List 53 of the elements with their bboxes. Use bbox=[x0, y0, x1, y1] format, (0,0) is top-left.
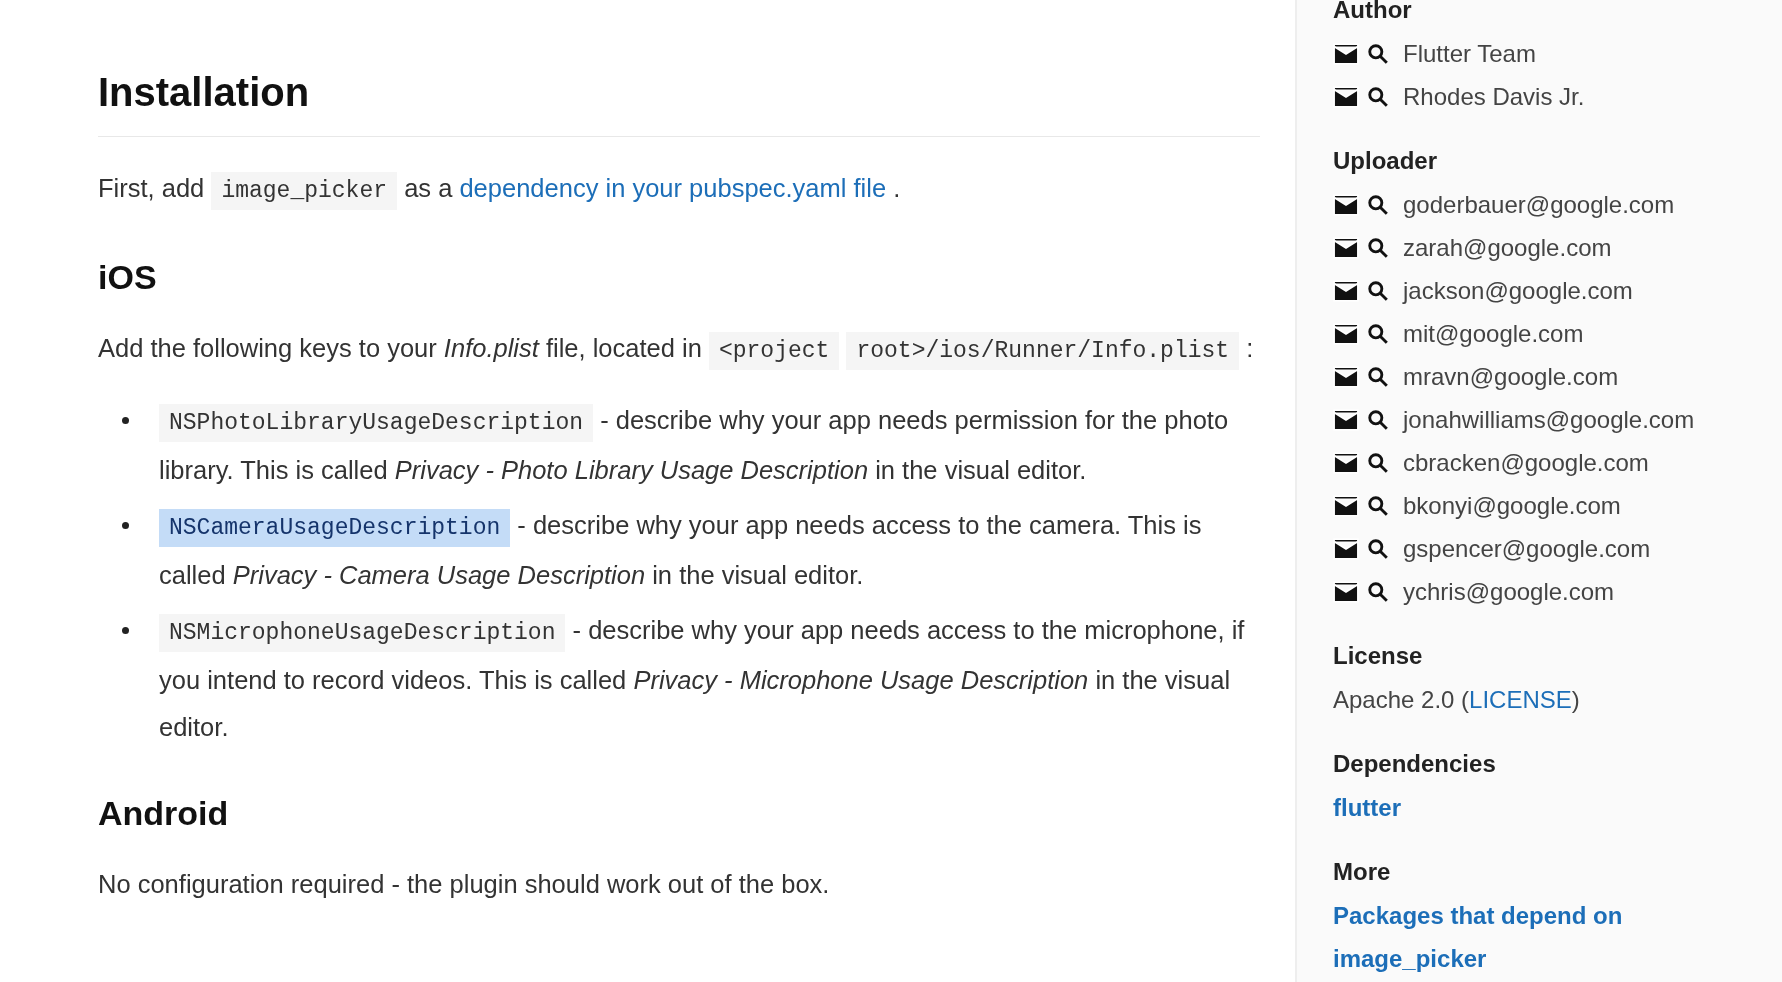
person-name: Rhodes Davis Jr. bbox=[1403, 82, 1585, 111]
subsection-heading: iOS bbox=[98, 257, 158, 298]
sidebar-heading: Dependencies bbox=[1333, 749, 1497, 779]
list-item-text: NSMicrophoneUsageDescription - describe why your app needs access to the microphone, if you intend to record videos. This is called Privacy - Microphone Usage Description in the visual editor. bbox=[159, 613, 1246, 743]
sidebar-heading: License bbox=[1333, 641, 1424, 671]
license-text: Apache 2.0 ( bbox=[1333, 686, 1470, 713]
person-name: Flutter Team bbox=[1403, 39, 1536, 68]
search-icon[interactable] bbox=[1367, 579, 1389, 604]
sidebar-link[interactable]: Packages that depend on image_picker bbox=[1333, 894, 1633, 980]
body-text: . bbox=[893, 174, 901, 202]
search-icon[interactable] bbox=[1367, 278, 1389, 303]
bullet-icon bbox=[122, 627, 129, 634]
person-name: gspencer@google.com bbox=[1403, 534, 1651, 563]
search-icon[interactable] bbox=[1367, 450, 1389, 475]
person-name: goderbauer@google.com bbox=[1403, 190, 1675, 219]
list-item-text: NSPhotoLibraryUsageDescription - describe why your app needs permission for the photo library. This is called Privacy - Photo Library Usage Description in the visual editor. bbox=[159, 403, 1230, 486]
body-text: First, add bbox=[98, 174, 205, 202]
sidebar-heading: Author bbox=[1333, 0, 1413, 25]
inline-code: image_picker bbox=[211, 172, 398, 210]
subsection-heading: Android bbox=[98, 793, 230, 834]
inline-code: root>/ios/Runner/Info.plist bbox=[846, 332, 1240, 370]
body-text: Add the following keys to your Info.plist file, located in bbox=[98, 334, 702, 362]
person-name: bkonyi@google.com bbox=[1403, 491, 1621, 520]
search-icon[interactable] bbox=[1367, 536, 1389, 561]
sidebar-link[interactable]: flutter bbox=[1333, 786, 1633, 829]
list-item-text: NSCameraUsageDescription - describe why your app needs access to the camera. This is called Privacy - Camera Usage Description in the visual editor. bbox=[159, 508, 1203, 591]
pubspec-link[interactable]: dependency in your pubspec.yaml file bbox=[459, 174, 887, 202]
person-name: zarah@google.com bbox=[1403, 233, 1612, 262]
search-icon[interactable] bbox=[1367, 192, 1389, 217]
body-text: No configuration required - the plugin should work out of the box. bbox=[98, 870, 830, 898]
person-name: jonahwilliams@google.com bbox=[1403, 405, 1695, 434]
search-icon[interactable] bbox=[1367, 84, 1389, 109]
person-name: mravn@google.com bbox=[1403, 362, 1619, 391]
search-icon[interactable] bbox=[1367, 493, 1389, 518]
inline-code: <project bbox=[708, 332, 840, 370]
person-name: mit@google.com bbox=[1403, 319, 1584, 348]
person-name: ychris@google.com bbox=[1403, 577, 1615, 606]
search-icon[interactable] bbox=[1367, 235, 1389, 260]
license-text: ) bbox=[1571, 686, 1580, 713]
sidebar-heading: Uploader bbox=[1333, 146, 1438, 176]
person-name: jackson@google.com bbox=[1403, 276, 1633, 305]
body-text: as a bbox=[404, 174, 453, 202]
search-icon[interactable] bbox=[1367, 321, 1389, 346]
body-text: : bbox=[1246, 334, 1254, 362]
search-icon[interactable] bbox=[1367, 407, 1389, 432]
person-name: cbracken@google.com bbox=[1403, 448, 1649, 477]
license-link[interactable]: LICENSE bbox=[1469, 686, 1572, 713]
bullet-icon bbox=[122, 522, 129, 529]
search-icon[interactable] bbox=[1367, 41, 1389, 66]
section-heading: Installation bbox=[98, 69, 311, 116]
search-icon[interactable] bbox=[1367, 364, 1389, 389]
sidebar-heading: More bbox=[1333, 857, 1392, 887]
bullet-icon bbox=[122, 417, 129, 424]
